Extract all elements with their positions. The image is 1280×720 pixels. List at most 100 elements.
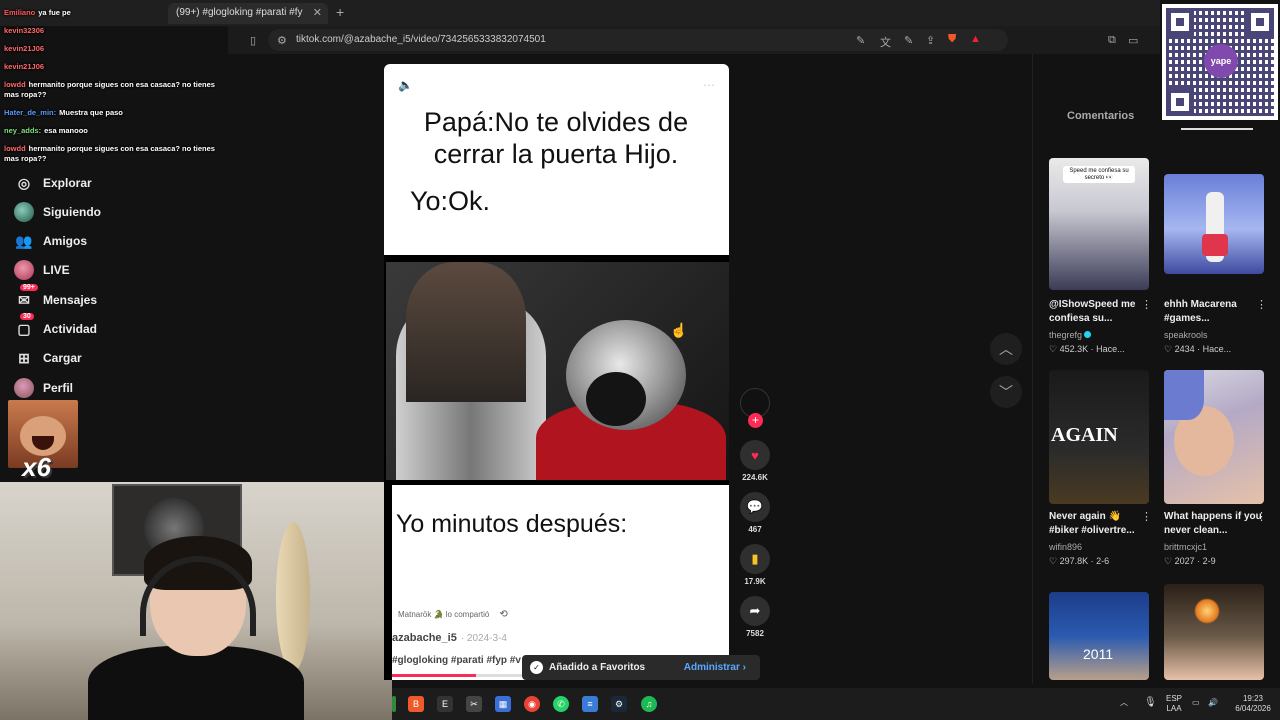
video-title[interactable]: @IShowSpeed me confiesa su...: [1049, 298, 1149, 326]
brave-browser-icon[interactable]: B: [408, 696, 424, 712]
video-title[interactable]: ehhh Macarena #games...: [1164, 298, 1264, 326]
sidebar-item-cargar[interactable]: ⊞ Cargar: [14, 347, 82, 369]
next-video-button[interactable]: ﹀: [990, 376, 1022, 408]
sidebar-item-perfil[interactable]: Perfil: [14, 377, 73, 399]
address-bar-row: ▯ ⚙ tiktok.com/@azabache_i5/video/734256…: [228, 26, 1160, 54]
sidebar-item-label: LIVE: [43, 263, 70, 277]
emote-multiplier: x6: [22, 452, 51, 482]
language-indicator[interactable]: ESP LAA: [1166, 694, 1182, 714]
video-stats: ♡ 452.3K · Hace...: [1049, 344, 1125, 354]
video-author[interactable]: azabache_i5 · 2024-3-4: [392, 632, 507, 644]
video-thumbnail[interactable]: Speed me confiesa su secreto 👀: [1049, 158, 1149, 290]
activity-icon: ▢ 30: [14, 313, 34, 339]
bookmark-icon[interactable]: ▯: [250, 34, 256, 47]
no-sound-icon[interactable]: ✎: [856, 34, 865, 47]
notepad-icon[interactable]: ≡: [582, 696, 598, 712]
share-count: 7582: [746, 629, 764, 638]
sidebar-item-live[interactable]: LIVE: [14, 259, 70, 281]
video-title[interactable]: What happens if you never clean...: [1164, 510, 1264, 538]
progress-fill: [392, 674, 477, 677]
video-hashtags[interactable]: #glogloking #parati #fyp #v: [392, 655, 521, 666]
following-avatar: [14, 202, 34, 222]
spotify-icon[interactable]: ♫: [641, 696, 657, 712]
video-stats: ♡ 2027 · 2-9: [1164, 556, 1216, 566]
sidebar-item-mensajes[interactable]: ✉ 99+ Mensajes: [14, 284, 97, 311]
new-tab-button[interactable]: +: [336, 4, 344, 20]
sidebar-item-amigos[interactable]: 👥 Amigos: [14, 230, 87, 252]
webcam-overlay: [0, 482, 392, 720]
close-tab-icon[interactable]: ✕: [313, 6, 322, 19]
chat-line: kevin21J06: [4, 62, 45, 71]
screen: (99+) #glogloking #parati #fy ✕ + ▯ ⚙ ti…: [0, 0, 1280, 720]
calculator-icon[interactable]: ▦: [495, 696, 511, 712]
like-button[interactable]: ♥ 224.6K: [740, 440, 770, 482]
sidebar-item-actividad[interactable]: ▢ 30 Actividad: [14, 313, 97, 340]
steam-icon[interactable]: ⚙: [611, 696, 627, 712]
tab-comentarios[interactable]: Comentarios: [1067, 110, 1134, 122]
bookmark-icon: ▮: [740, 544, 770, 574]
video-author[interactable]: speakrools: [1164, 330, 1208, 340]
sidebar-item-siguiendo[interactable]: Siguiendo: [14, 201, 101, 223]
upload-icon: ⊞: [18, 349, 30, 366]
video-title[interactable]: Never again 👋 #biker #olivertre...: [1049, 510, 1149, 538]
video-thumbnail[interactable]: [1164, 584, 1264, 680]
video-player[interactable]: 🔈 ⋯ Papá:No te olvides de cerrar la puer…: [384, 64, 729, 680]
video-author[interactable]: thegrefg: [1049, 330, 1092, 340]
repost-icon[interactable]: ⟲: [499, 609, 507, 620]
edit-icon[interactable]: ✎: [904, 34, 913, 47]
more-options-icon[interactable]: ⋮: [1141, 298, 1152, 311]
profile-avatar: [14, 378, 34, 398]
follow-button[interactable]: +: [748, 413, 763, 428]
video-author[interactable]: wifin896: [1049, 542, 1082, 552]
url-text: tiktok.com/@azabache_i5/video/7342565333…: [296, 34, 546, 45]
video-thumbnail[interactable]: [1164, 370, 1264, 504]
manage-link[interactable]: Administrar ›: [684, 662, 746, 673]
network-icon[interactable]: ▭: [1192, 698, 1200, 708]
clock[interactable]: 19:23 6/04/2026: [1230, 694, 1276, 714]
translate-icon[interactable]: 文: [880, 34, 891, 50]
windows-taskbar: B E ✂ ▦ ◉ ✆ ≡ ⚙ ♫ ︿ 🎙 ESP LAA ▭ 🔊 19:23 …: [392, 688, 1280, 720]
related-videos-panel: Comentarios Speed me confiesa su secreto…: [1032, 54, 1280, 684]
chat-line: lowdd hermanito porque sigues con esa cas…: [4, 80, 215, 99]
chat-line: kevin21J06: [4, 44, 45, 53]
sidebar-item-explorar[interactable]: ◎ Explorar: [14, 172, 92, 194]
live-avatar: [14, 260, 34, 280]
extensions-icon[interactable]: ⧉: [1108, 34, 1116, 47]
share-icon[interactable]: ⇪: [926, 34, 935, 47]
stream-chat: Emiliano ya fue pe kevin32306 kevin21J06 …: [4, 8, 226, 164]
more-icon[interactable]: ⋯: [703, 78, 715, 92]
previous-video-button[interactable]: ︿: [990, 333, 1022, 365]
more-options-icon[interactable]: ⋮: [1141, 510, 1152, 523]
site-settings-icon[interactable]: ⚙: [277, 34, 287, 47]
tray-overflow-icon[interactable]: ︿: [1120, 698, 1128, 708]
save-button[interactable]: ▮ 17.9K: [740, 544, 770, 586]
streamer-body: [88, 646, 304, 720]
video-thumbnail[interactable]: AGAIN: [1049, 370, 1149, 504]
video-thumbnail[interactable]: [1164, 174, 1264, 274]
comment-button[interactable]: 💬 467: [740, 492, 770, 534]
video-author[interactable]: brittmcxjc1: [1164, 542, 1207, 552]
message-icon: ✉ 99+: [14, 284, 38, 310]
sidebar-icon[interactable]: ▭: [1128, 34, 1138, 47]
epic-games-icon[interactable]: E: [437, 696, 453, 712]
address-input[interactable]: ⚙ tiktok.com/@azabache_i5/video/73425653…: [268, 29, 1008, 51]
video-thumbnail[interactable]: 2011: [1049, 592, 1149, 680]
capcut-icon[interactable]: ✂: [466, 696, 482, 712]
brave-shield-icon[interactable]: ⛊: [948, 33, 956, 46]
share-button[interactable]: ➦ 7582: [740, 596, 770, 638]
brave-rewards-icon[interactable]: ▲: [970, 33, 981, 45]
meme-top-text: Papá:No te olvides de cerrar la puerta H…: [423, 107, 689, 169]
more-options-icon[interactable]: ⋮: [1256, 298, 1267, 311]
chat-line: kevin32306: [4, 26, 45, 35]
chevron-up-icon: ︿: [999, 341, 1013, 357]
share-arrow-icon: ➦: [740, 596, 770, 626]
whatsapp-icon[interactable]: ✆: [553, 696, 569, 712]
volume-icon[interactable]: 🔈: [398, 78, 413, 92]
save-count: 17.9K: [744, 577, 766, 586]
microphone-icon[interactable]: 🎙: [1144, 698, 1157, 708]
more-options-icon[interactable]: ⋮: [1256, 510, 1267, 523]
sidebar-item-label: Siguiendo: [43, 205, 101, 219]
volume-icon[interactable]: 🔊: [1208, 698, 1218, 708]
taskbar-edge: [392, 696, 396, 712]
chrome-icon[interactable]: ◉: [524, 696, 540, 712]
